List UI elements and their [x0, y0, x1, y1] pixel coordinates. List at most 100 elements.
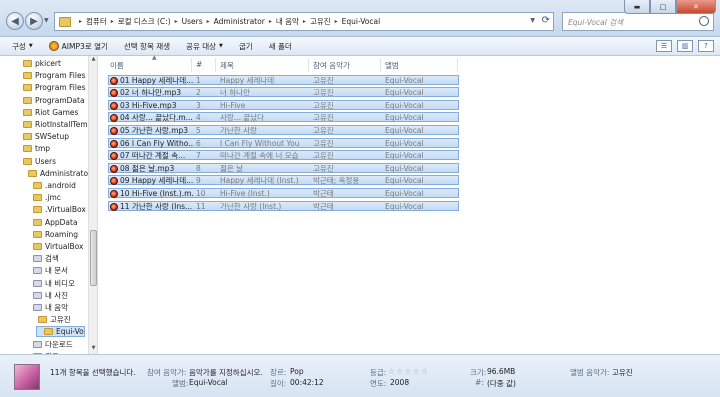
file-row[interactable]: 09 Happy 세레나데... 9 Happy 세레나데 (Inst.) 박근태; … — [108, 175, 459, 186]
breadcrumb-computer[interactable]: 컴퓨터 — [86, 16, 107, 27]
nav-tree-item[interactable]: Users — [16, 156, 56, 167]
track-value[interactable]: (다중 값) — [487, 378, 516, 389]
file-row[interactable]: 01 Happy 세레나데... 1 Happy 세레나데 고유진 Equi-Vocal — [108, 74, 459, 85]
artist-value[interactable]: 음악가를 지정하십시오. — [189, 367, 263, 378]
folder-icon — [33, 182, 42, 189]
rating-stars[interactable]: ☆☆☆☆☆ — [388, 367, 429, 376]
nav-tree-item[interactable]: 내 문서 — [26, 265, 68, 276]
nav-scrollbar[interactable]: ▲ ▼ — [88, 56, 97, 354]
folder-icon — [33, 194, 42, 202]
file-row[interactable]: 10 Hi-Five (Inst.).m... 10 Hi-Five (Inst.)… — [108, 187, 459, 198]
nav-scrollbar-thumb[interactable] — [90, 230, 97, 286]
new-folder-button[interactable]: 새 폴더 — [269, 41, 292, 52]
column-header-number[interactable]: # — [196, 60, 202, 69]
recent-pages-icon[interactable]: ▼ — [44, 17, 49, 24]
nav-tree-item-label: Program Files — [35, 71, 86, 81]
file-row[interactable]: 04 사랑... 끝났다.m... 4 사랑... 끝났다 고유진 Equi-Vocal — [108, 112, 459, 123]
audio-file-icon — [110, 177, 118, 186]
forward-button[interactable]: ▶ — [25, 12, 43, 30]
column-divider[interactable] — [380, 58, 381, 72]
column-header-title[interactable]: 제목 — [220, 60, 234, 71]
nav-tree-item[interactable]: Riot Games — [16, 107, 78, 118]
breadcrumb-administrator[interactable]: Administrator — [214, 17, 265, 26]
chevron-right-icon[interactable]: ▸ — [175, 18, 178, 25]
folder-icon — [33, 291, 42, 299]
nav-tree-item[interactable]: 다운로드 — [26, 339, 73, 350]
organize-button[interactable]: 구성 ▼ — [12, 41, 33, 52]
nav-tree-item[interactable]: 검색 — [26, 253, 59, 264]
share-button[interactable]: 공유 대상 ▼ — [186, 41, 223, 52]
file-row[interactable]: 07 떠나간 계절 속... 7 떠나간 계절 속에 너 모습 고유진 Equi-Voc… — [108, 150, 459, 161]
window-controls: ▬ □ ✕ — [624, 0, 716, 14]
breadcrumb-users[interactable]: Users — [182, 17, 203, 26]
column-divider[interactable] — [457, 58, 458, 72]
breadcrumb-artist[interactable]: 고유진 — [310, 16, 331, 27]
back-button[interactable]: ◀ — [6, 12, 24, 30]
album-artist-value[interactable]: 고유진 — [612, 367, 633, 378]
file-row[interactable]: 02 너 하나만.mp3 2 너 하나만 고유진 Equi-Vocal — [108, 87, 459, 98]
nav-tree-item-label: 내 음악 — [45, 303, 69, 312]
nav-tree-item[interactable]: Program Files ( — [16, 82, 91, 93]
column-header-name[interactable]: 이름 — [110, 60, 124, 71]
column-divider[interactable] — [191, 58, 192, 72]
maximize-button[interactable]: □ — [650, 0, 676, 14]
year-value[interactable]: 2008 — [390, 378, 409, 387]
genre-value[interactable]: Pop — [290, 367, 304, 376]
chevron-right-icon[interactable]: ▸ — [79, 18, 82, 25]
breadcrumb-album[interactable]: Equi-Vocal — [342, 17, 381, 26]
play-selection-button[interactable]: 선택 항목 재생 — [124, 41, 170, 52]
refresh-icon[interactable]: ⟳ — [542, 15, 550, 26]
album-value[interactable]: Equi-Vocal — [189, 378, 228, 387]
aimp-open-button[interactable]: AIMP3로 열기 — [48, 41, 108, 52]
nav-tree-item[interactable]: 내 비디오 — [26, 278, 75, 289]
file-row[interactable]: 08 젊은 날.mp3 8 젊은 날 고유진 Equi-Vocal — [108, 162, 459, 173]
search-icon[interactable] — [699, 16, 709, 26]
chevron-right-icon[interactable]: ▸ — [269, 18, 272, 25]
nav-tree-item[interactable]: Roaming — [26, 229, 78, 240]
minimize-button[interactable]: ▬ — [624, 0, 650, 14]
nav-tree-item[interactable]: .VirtualBox — [26, 204, 86, 215]
file-row[interactable]: 03 Hi-Five.mp3 3 Hi-Five 고유진 Equi-Vocal — [108, 99, 459, 110]
column-header-artist[interactable]: 참여 음악가 — [313, 60, 350, 71]
nav-tree-item[interactable]: pkicert — [16, 58, 61, 69]
nav-tree-item[interactable]: Program Files — [16, 70, 86, 81]
chevron-right-icon[interactable]: ▸ — [207, 18, 210, 25]
chevron-right-icon[interactable]: ▸ — [335, 18, 338, 25]
file-row[interactable]: 11 가난한 사랑 (Ins... 11 가난한 사랑 (Inst.) 박근태 Equi… — [108, 200, 459, 211]
nav-tree-item[interactable]: 내 음악 — [26, 302, 68, 313]
column-divider[interactable] — [308, 58, 309, 72]
nav-tree-item[interactable]: VirtualBox — [26, 241, 83, 252]
breadcrumb-local-disk[interactable]: 로컬 디스크 (C:) — [118, 16, 171, 27]
address-bar[interactable]: ▸ 컴퓨터 ▸ 로컬 디스크 (C:) ▸ Users ▸ Administra… — [54, 12, 554, 31]
nav-tree-item[interactable]: SWSetup — [16, 131, 69, 142]
nav-tree-item[interactable]: RiotInstallTemp — [16, 119, 92, 130]
nav-tree-item[interactable]: .android — [26, 180, 76, 191]
track-number-cell: 3 — [196, 100, 201, 110]
help-icon[interactable]: ? — [698, 40, 714, 52]
file-row[interactable]: 05 가난한 사랑.mp3 5 가난한 사랑 고유진 Equi-Vocal — [108, 124, 459, 135]
nav-tree-item[interactable]: 내 사진 — [26, 290, 68, 301]
close-button[interactable]: ✕ — [676, 0, 716, 14]
column-divider[interactable] — [215, 58, 216, 72]
chevron-right-icon[interactable]: ▸ — [303, 18, 306, 25]
scroll-up-icon[interactable]: ▲ — [89, 56, 97, 65]
nav-tree-item[interactable]: .jmc — [26, 192, 61, 203]
nav-tree-item[interactable]: 고유진 — [31, 314, 71, 325]
preview-pane-icon[interactable]: ▥ — [677, 40, 693, 52]
view-options-icon[interactable]: ☰ — [656, 40, 672, 52]
file-row[interactable]: 06 I Can Fly Witho... 6 I Can Fly Without … — [108, 137, 459, 148]
search-input[interactable]: Equi-Vocal 검색 — [562, 12, 714, 31]
artist-cell: 고유진 — [313, 151, 334, 161]
nav-tree-item[interactable]: ProgramData — [16, 95, 85, 106]
nav-tree-item[interactable]: AppData — [26, 217, 78, 228]
nav-tree-item[interactable]: tmp — [16, 143, 50, 154]
length-label: 길이: — [270, 379, 287, 388]
chevron-right-icon[interactable]: ▸ — [111, 18, 114, 25]
chevron-down-icon[interactable]: ▼ — [530, 17, 535, 24]
column-header-album[interactable]: 앨범 — [385, 60, 399, 71]
breadcrumb-my-music[interactable]: 내 음악 — [276, 16, 299, 27]
nav-tree-item[interactable]: Equi-Vo — [36, 326, 85, 338]
nav-tree-item[interactable]: Administrato — [21, 168, 88, 179]
scroll-down-icon[interactable]: ▼ — [89, 345, 97, 354]
burn-button[interactable]: 굽기 — [239, 41, 253, 52]
